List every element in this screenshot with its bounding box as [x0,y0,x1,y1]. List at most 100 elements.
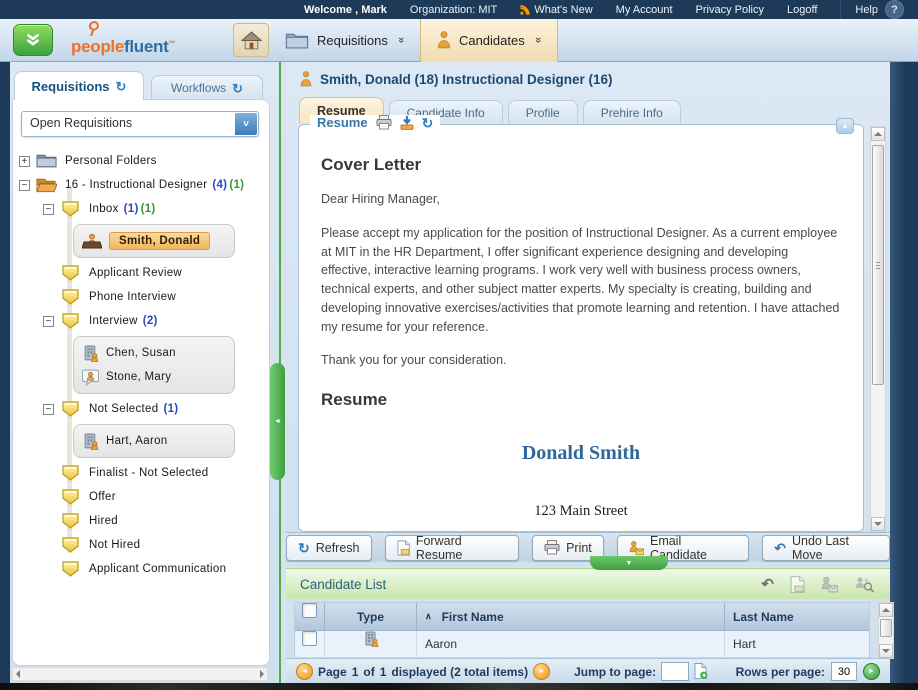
scroll-down-arrow[interactable] [871,517,885,531]
collapse-panel-icon[interactable]: ▲ [836,118,854,134]
undo-move-icon[interactable]: ↶ [761,577,774,592]
undo-last-move-button[interactable]: ↶ Undo Last Move [762,535,890,561]
horizontal-splitter-handle[interactable]: ▼ [590,556,668,570]
scroll-up-arrow[interactable] [879,603,893,617]
tree-label: Offer [89,491,116,503]
tree-item-stone-mary[interactable]: Stone, Mary [82,365,222,389]
help-link[interactable]: Help [855,4,878,16]
collapse-toggle[interactable]: − [43,316,54,327]
tree-item-inbox[interactable]: − Inbox (1) (1) [13,197,269,221]
chevron-down-icon[interactable]: ˅ [235,113,257,135]
candidate-name[interactable]: Chen, Susan [106,347,176,359]
download-icon[interactable] [400,116,414,130]
help-question-icon[interactable]: ? [885,0,904,19]
email-candidate-icon[interactable] [821,576,838,593]
tree-item-chen-susan[interactable]: Chen, Susan [82,341,222,365]
collapse-toggle[interactable]: − [43,204,54,215]
tree-item-applicant-communication[interactable]: Applicant Communication [13,557,269,581]
tree-item-personal-folders[interactable]: + Personal Folders [13,149,269,173]
chevron-down-icon: ▼ [626,560,633,567]
tree-item-requisition-16[interactable]: − 16 - Instructional Designer (4) (1) [13,173,269,197]
workflow-folder-icon [60,401,81,417]
requisition-tree: + Personal Folders − 16 - Instructional … [13,145,269,581]
building-person-icon [82,345,99,362]
tree-item-interview[interactable]: − Interview (2) [13,309,269,333]
tree-item-hired[interactable]: Hired [13,509,269,533]
tree-item-applicant-review[interactable]: Applicant Review [13,261,269,285]
print-icon[interactable] [376,115,392,130]
workflow-folder-icon [60,289,81,305]
jump-to-page-input[interactable] [661,662,689,681]
jump-to-page-label: Jump to page: [574,665,656,679]
column-header-last-name[interactable]: Last Name [725,610,869,624]
tree-item-finalist-not-selected[interactable]: Finalist - Not Selected [13,461,269,485]
next-page-button[interactable]: ► [533,663,550,680]
scroll-left-arrow[interactable] [16,670,20,678]
refresh-button[interactable]: ↻ Refresh [286,535,372,561]
pagination-bar: ◄ Page 1 of 1 displayed (2 total items) … [286,658,890,684]
sidebar: Requisitions ↻ Workflows ↻ Open Requisit… [10,62,278,683]
go-to-page-icon[interactable] [694,663,708,680]
previous-page-button[interactable]: ◄ [296,663,313,680]
forward-resume-icon[interactable] [790,576,805,593]
sidebar-collapse-handle[interactable]: ◄ [270,363,285,480]
apply-rows-button[interactable]: ► [863,663,880,680]
collapse-toggle[interactable]: − [19,180,30,191]
refresh-icon[interactable]: ↻ [422,116,434,130]
forward-resume-button[interactable]: Forward Resume [385,535,520,561]
open-folder-icon [36,177,57,193]
search-candidates-icon[interactable] [854,576,874,593]
privacy-policy-link[interactable]: Privacy Policy [696,4,764,16]
selected-candidate-chip[interactable]: Smith, Donald [109,232,210,250]
select-all-checkbox[interactable] [302,603,317,618]
nav-candidates-menu[interactable]: Candidates » [420,19,558,62]
refresh-icon[interactable]: ↻ [116,80,127,93]
collapse-header-button[interactable] [13,24,53,56]
sidebar-horizontal-scrollbar[interactable] [12,667,268,681]
tree-item-phone-interview[interactable]: Phone Interview [13,285,269,309]
page-word: Page [318,665,347,679]
candidate-name[interactable]: Hart, Aaron [106,435,167,447]
candidate-card: Smith, Donald [73,224,235,258]
menu-arrows-icon: » [532,37,544,43]
scroll-down-arrow[interactable] [879,644,893,658]
scroll-right-arrow[interactable] [260,670,264,678]
bubble-person-icon [82,369,99,386]
resume-scrollbar[interactable] [870,126,886,532]
workflow-folder-icon [60,201,81,217]
logoff-link[interactable]: Logoff [787,4,817,16]
collapse-toggle[interactable]: − [43,404,54,415]
main-nav-bar: peoplefluent™ Requisitions » Candidates … [0,19,918,62]
expand-toggle[interactable]: + [19,156,30,167]
scroll-up-arrow[interactable] [871,127,885,141]
rss-icon [520,5,530,15]
tab-profile[interactable]: Profile [508,100,578,124]
my-account-link[interactable]: My Account [616,4,673,16]
tab-prehire-info[interactable]: Prehire Info [583,100,681,124]
rows-per-page-input[interactable] [831,662,857,681]
action-button-bar: ↻ Refresh Forward Resume Print Email Can… [286,532,890,562]
refresh-icon[interactable]: ↻ [232,82,243,95]
tab-requisitions[interactable]: Requisitions ↻ [14,71,144,100]
count-blue: (2) [143,315,158,327]
candidate-name[interactable]: Stone, Mary [106,371,171,383]
column-header-type[interactable]: Type [325,603,417,630]
row-checkbox[interactable] [302,631,317,646]
table-row[interactable]: Aaron Hart [295,631,869,658]
scrollbar-thumb[interactable] [872,145,884,385]
column-header-first-name[interactable]: ∧ First Name [417,603,725,630]
whats-new-link[interactable]: What's New [520,4,592,16]
double-chevron-down-icon [25,33,41,47]
table-scrollbar[interactable] [878,602,894,659]
requisition-filter-select[interactable]: Open Requisitions ˅ [21,111,259,137]
tree-item-offer[interactable]: Offer [13,485,269,509]
tab-workflows[interactable]: Workflows ↻ [151,75,263,100]
nav-requisitions-menu[interactable]: Requisitions » [269,19,420,62]
scrollbar-thumb[interactable] [880,619,892,637]
tree-item-not-hired[interactable]: Not Hired [13,533,269,557]
tree-item-smith-donald[interactable]: Smith, Donald [82,229,222,253]
tree-item-not-selected[interactable]: − Not Selected (1) [13,397,269,421]
resume-panel-legend: Resume ↻ [310,115,440,130]
home-button[interactable] [233,23,269,57]
tree-item-hart-aaron[interactable]: Hart, Aaron [82,429,222,453]
